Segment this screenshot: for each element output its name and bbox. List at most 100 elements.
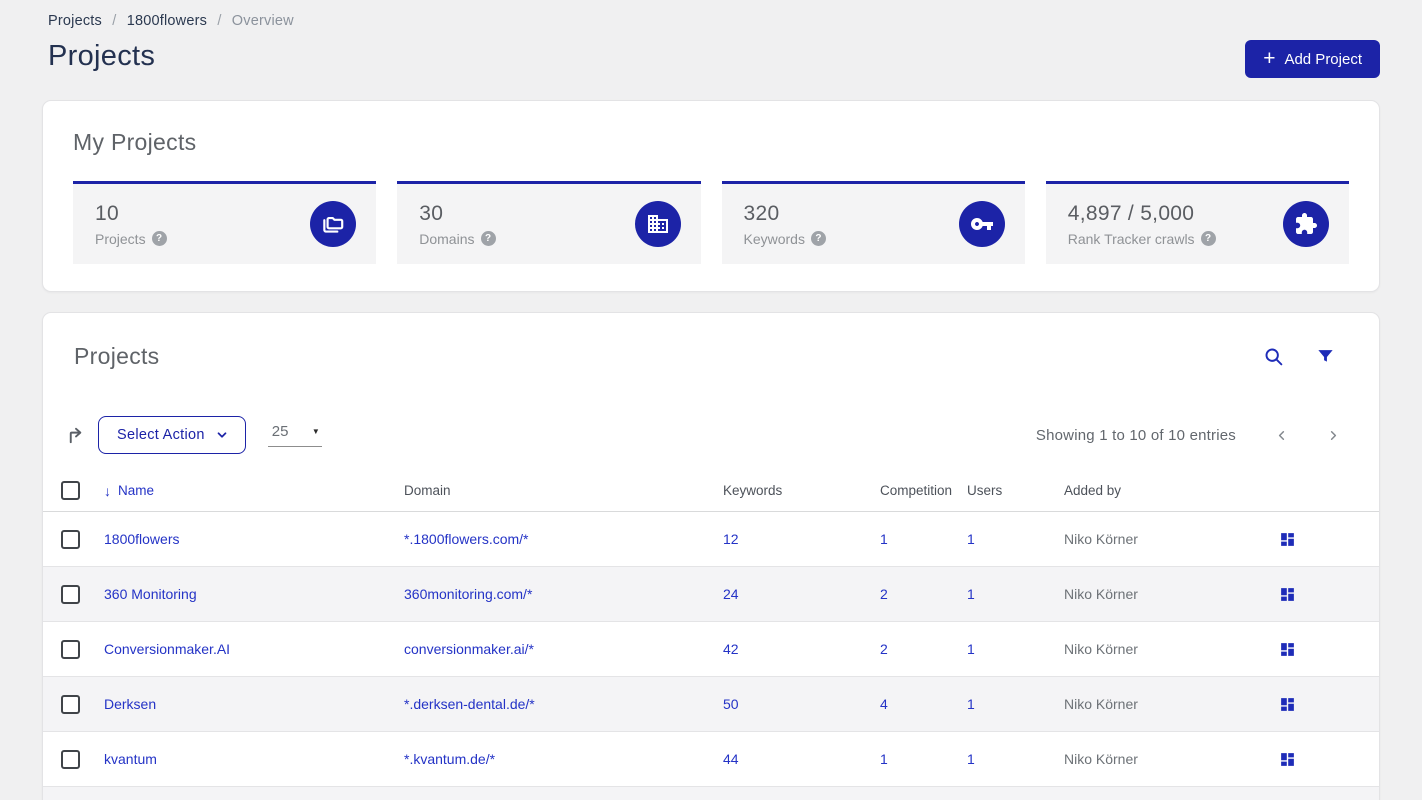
puzzle-icon	[1283, 201, 1329, 247]
table-body: 1800flowers *.1800flowers.com/* 12 1 1 N…	[43, 512, 1379, 787]
page-size-value: 25	[271, 423, 289, 440]
sort-descending-icon: ↓	[104, 482, 111, 499]
dashboard-icon[interactable]	[1279, 586, 1379, 603]
stat-domains: 30 Domains ?	[397, 181, 701, 264]
my-projects-card: My Projects 10 Projects ? 30 Domains ? 3…	[42, 100, 1380, 292]
select-all-checkbox[interactable]	[61, 481, 80, 500]
table-row-partial	[43, 787, 1379, 800]
breadcrumb-project-name[interactable]: 1800flowers	[127, 13, 207, 29]
breadcrumb-current-page: Overview	[231, 13, 294, 29]
export-arrow-icon[interactable]	[65, 424, 88, 447]
stat-keywords-label: Keywords	[743, 230, 805, 247]
search-icon[interactable]	[1263, 346, 1284, 367]
keywords-count[interactable]: 44	[723, 751, 880, 767]
table-header-row: ↓ Name Domain Keywords Competition Users…	[43, 470, 1379, 512]
project-domain-link[interactable]: 360monitoring.com/*	[404, 586, 723, 602]
project-domain-link[interactable]: conversionmaker.ai/*	[404, 641, 723, 657]
page-size-select[interactable]: 25 ▼	[267, 423, 322, 447]
added-by-value: Niko Körner	[1064, 641, 1138, 657]
my-projects-title: My Projects	[73, 129, 197, 155]
column-header-users[interactable]: Users	[967, 483, 1064, 498]
dashboard-icon[interactable]	[1279, 696, 1379, 713]
row-checkbox[interactable]	[61, 529, 80, 549]
column-header-competition[interactable]: Competition	[880, 483, 967, 498]
breadcrumb-separator: /	[112, 13, 117, 29]
caret-down-icon: ▼	[311, 427, 320, 436]
row-checkbox[interactable]	[61, 639, 80, 659]
project-domain-link[interactable]: *.1800flowers.com/*	[404, 531, 723, 547]
keywords-count[interactable]: 42	[723, 641, 880, 657]
stat-projects-value: 10	[95, 201, 119, 225]
help-icon[interactable]: ?	[1200, 231, 1216, 246]
key-icon	[958, 201, 1005, 247]
row-checkbox[interactable]	[61, 584, 80, 604]
next-page-icon[interactable]	[1326, 428, 1341, 443]
competition-count[interactable]: 4	[880, 696, 967, 712]
add-project-label: Add Project	[1284, 50, 1362, 68]
project-name-link[interactable]: Conversionmaker.AI	[104, 641, 404, 657]
project-domain-link[interactable]: *.derksen-dental.de/*	[404, 696, 723, 712]
stat-rank-tracker-value: 4,897 / 5,000	[1067, 201, 1195, 225]
users-count[interactable]: 1	[967, 751, 1064, 767]
table-row: Conversionmaker.AI conversionmaker.ai/* …	[43, 622, 1379, 677]
folders-icon	[310, 201, 357, 247]
projects-table-title: Projects	[74, 343, 160, 369]
dashboard-icon[interactable]	[1279, 531, 1379, 548]
added-by-value: Niko Körner	[1064, 531, 1138, 547]
breadcrumb-projects[interactable]: Projects	[48, 13, 102, 29]
keywords-count[interactable]: 50	[723, 696, 880, 712]
stat-projects: 10 Projects ?	[73, 181, 377, 264]
users-count[interactable]: 1	[967, 641, 1064, 657]
select-action-label: Select Action	[117, 427, 205, 443]
project-name-link[interactable]: Derksen	[104, 696, 404, 712]
users-count[interactable]: 1	[967, 696, 1064, 712]
keywords-count[interactable]: 12	[723, 531, 880, 547]
keywords-count[interactable]: 24	[723, 586, 880, 602]
column-header-domain[interactable]: Domain	[404, 483, 723, 498]
stat-domains-label: Domains	[419, 230, 475, 247]
competition-count[interactable]: 2	[880, 586, 967, 602]
select-action-dropdown[interactable]: Select Action	[98, 416, 246, 454]
stat-rank-tracker: 4,897 / 5,000 Rank Tracker crawls ?	[1045, 181, 1349, 264]
row-checkbox[interactable]	[61, 749, 80, 769]
stat-keywords-value: 320	[743, 201, 780, 225]
help-icon[interactable]: ?	[810, 231, 826, 246]
competition-count[interactable]: 2	[880, 641, 967, 657]
added-by-value: Niko Körner	[1064, 586, 1138, 602]
column-header-added-by[interactable]: Added by	[1064, 483, 1263, 498]
column-header-keywords[interactable]: Keywords	[723, 483, 880, 498]
dashboard-icon[interactable]	[1279, 751, 1379, 768]
stat-domains-value: 30	[419, 201, 444, 225]
table-row: 1800flowers *.1800flowers.com/* 12 1 1 N…	[43, 512, 1379, 567]
projects-table-card: Projects Select Action 25 ▼ Showing 1 to…	[42, 312, 1380, 800]
project-name-link[interactable]: kvantum	[104, 751, 404, 767]
stat-rank-tracker-label: Rank Tracker crawls	[1067, 230, 1195, 247]
add-project-button[interactable]: + Add Project	[1245, 40, 1380, 78]
competition-count[interactable]: 1	[880, 531, 967, 547]
help-icon[interactable]: ?	[151, 231, 167, 246]
dashboard-icon[interactable]	[1279, 641, 1379, 658]
breadcrumb-separator: /	[217, 13, 222, 29]
stat-keywords: 320 Keywords ?	[721, 181, 1025, 264]
project-name-link[interactable]: 1800flowers	[104, 531, 404, 547]
chevron-down-icon	[217, 432, 227, 438]
table-row: Derksen *.derksen-dental.de/* 50 4 1 Nik…	[43, 677, 1379, 732]
breadcrumb: Projects / 1800flowers / Overview	[48, 13, 294, 29]
page-title: Projects	[48, 40, 156, 72]
filter-icon[interactable]	[1316, 347, 1335, 366]
projects-table: ↓ Name Domain Keywords Competition Users…	[43, 470, 1379, 800]
project-domain-link[interactable]: *.kvantum.de/*	[404, 751, 723, 767]
users-count[interactable]: 1	[967, 531, 1064, 547]
added-by-value: Niko Körner	[1064, 751, 1138, 767]
table-row: kvantum *.kvantum.de/* 44 1 1 Niko Körne…	[43, 732, 1379, 787]
help-icon[interactable]: ?	[480, 231, 496, 246]
plus-icon: +	[1263, 46, 1276, 70]
column-header-name[interactable]: ↓ Name	[104, 483, 404, 499]
project-name-link[interactable]: 360 Monitoring	[104, 586, 404, 602]
competition-count[interactable]: 1	[880, 751, 967, 767]
users-count[interactable]: 1	[967, 586, 1064, 602]
added-by-value: Niko Körner	[1064, 696, 1138, 712]
prev-page-icon[interactable]	[1274, 428, 1289, 443]
pagination-summary: Showing 1 to 10 of 10 entries	[1035, 426, 1236, 444]
row-checkbox[interactable]	[61, 694, 80, 714]
